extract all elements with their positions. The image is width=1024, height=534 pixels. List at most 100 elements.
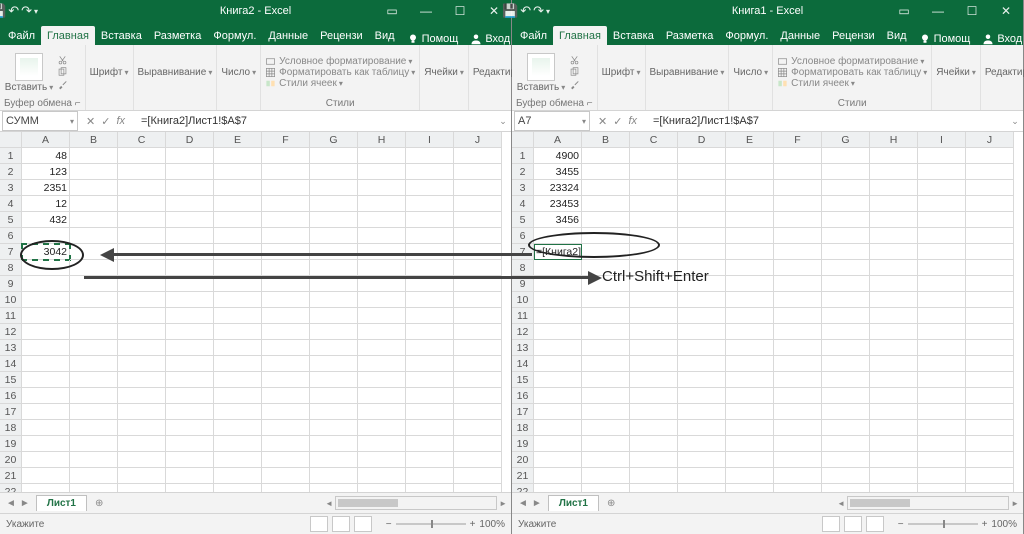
- cell-A11[interactable]: [22, 308, 70, 324]
- row-header-6[interactable]: 6: [512, 228, 534, 244]
- cell-E22[interactable]: [214, 484, 262, 492]
- cell-C14[interactable]: [118, 356, 166, 372]
- col-header-G[interactable]: G: [822, 132, 870, 148]
- row-header-15[interactable]: 15: [0, 372, 22, 388]
- cell-G1[interactable]: [822, 148, 870, 164]
- cell-B7[interactable]: [582, 244, 630, 260]
- cell-D17[interactable]: [166, 404, 214, 420]
- cell-G18[interactable]: [822, 420, 870, 436]
- row-header-7[interactable]: 7: [512, 244, 534, 260]
- cell-B16[interactable]: [70, 388, 118, 404]
- cell-C3[interactable]: [630, 180, 678, 196]
- cell-B19[interactable]: [70, 436, 118, 452]
- cell-C11[interactable]: [630, 308, 678, 324]
- col-header-E[interactable]: E: [726, 132, 774, 148]
- cell-C1[interactable]: [630, 148, 678, 164]
- cell-H17[interactable]: [358, 404, 406, 420]
- cell-A2[interactable]: 123: [22, 164, 70, 180]
- cell-F6[interactable]: [774, 228, 822, 244]
- cell-G20[interactable]: [822, 452, 870, 468]
- cell-F18[interactable]: [262, 420, 310, 436]
- ribbon-tab-7[interactable]: Вид: [881, 26, 913, 45]
- sheet-tab[interactable]: Лист1: [36, 495, 87, 511]
- cell-H18[interactable]: [870, 420, 918, 436]
- cell-G21[interactable]: [310, 468, 358, 484]
- cell-E18[interactable]: [214, 420, 262, 436]
- row-header-20[interactable]: 20: [512, 452, 534, 468]
- zoom-level[interactable]: 100%: [479, 519, 505, 530]
- cell-G16[interactable]: [822, 388, 870, 404]
- cell-J8[interactable]: [454, 260, 502, 276]
- cell-D20[interactable]: [166, 452, 214, 468]
- cell-D22[interactable]: [678, 484, 726, 492]
- cell-G6[interactable]: [822, 228, 870, 244]
- cell-F6[interactable]: [262, 228, 310, 244]
- cell-B6[interactable]: [70, 228, 118, 244]
- cell-F19[interactable]: [262, 436, 310, 452]
- cell-C13[interactable]: [118, 340, 166, 356]
- col-header-J[interactable]: J: [454, 132, 502, 148]
- cell-H19[interactable]: [870, 436, 918, 452]
- cell-F2[interactable]: [774, 164, 822, 180]
- cell-A6[interactable]: [534, 228, 582, 244]
- cell-B5[interactable]: [70, 212, 118, 228]
- cell-E15[interactable]: [726, 372, 774, 388]
- col-header-C[interactable]: C: [630, 132, 678, 148]
- cell-G3[interactable]: [310, 180, 358, 196]
- col-header-D[interactable]: D: [678, 132, 726, 148]
- cell-H5[interactable]: [870, 212, 918, 228]
- row-header-21[interactable]: 21: [512, 468, 534, 484]
- cell-B10[interactable]: [582, 292, 630, 308]
- cell-F13[interactable]: [262, 340, 310, 356]
- cell-D17[interactable]: [678, 404, 726, 420]
- cell-G3[interactable]: [822, 180, 870, 196]
- sign-in[interactable]: Вход: [976, 33, 1024, 45]
- row-header-17[interactable]: 17: [512, 404, 534, 420]
- cell-F1[interactable]: [262, 148, 310, 164]
- cell-F11[interactable]: [262, 308, 310, 324]
- ribbon-tab-2[interactable]: Вставка: [95, 26, 148, 45]
- row-header-19[interactable]: 19: [0, 436, 22, 452]
- cell-A20[interactable]: [22, 452, 70, 468]
- cell-I20[interactable]: [918, 452, 966, 468]
- cell-I8[interactable]: [406, 260, 454, 276]
- cell-A16[interactable]: [22, 388, 70, 404]
- cell-J21[interactable]: [966, 468, 1014, 484]
- cell-A14[interactable]: [22, 356, 70, 372]
- cell-C17[interactable]: [118, 404, 166, 420]
- cell-A18[interactable]: [534, 420, 582, 436]
- cell-I3[interactable]: [918, 180, 966, 196]
- cell-H22[interactable]: [358, 484, 406, 492]
- cell-I17[interactable]: [406, 404, 454, 420]
- cell-A4[interactable]: 12: [22, 196, 70, 212]
- cell-B16[interactable]: [582, 388, 630, 404]
- cell-D3[interactable]: [678, 180, 726, 196]
- cell-A1[interactable]: 4900: [534, 148, 582, 164]
- cell-I5[interactable]: [406, 212, 454, 228]
- cell-B12[interactable]: [70, 324, 118, 340]
- cell-G4[interactable]: [310, 196, 358, 212]
- row-header-3[interactable]: 3: [0, 180, 22, 196]
- ribbon-tab-3[interactable]: Разметка: [148, 26, 208, 45]
- col-header-B[interactable]: B: [70, 132, 118, 148]
- cell-B13[interactable]: [582, 340, 630, 356]
- expand-formula-bar-icon[interactable]: ⌄: [1007, 116, 1023, 127]
- cell-A19[interactable]: [534, 436, 582, 452]
- row-header-12[interactable]: 12: [0, 324, 22, 340]
- maximize-icon[interactable]: ☐: [443, 0, 477, 22]
- cell-J16[interactable]: [966, 388, 1014, 404]
- cell-G5[interactable]: [310, 212, 358, 228]
- cell-D4[interactable]: [678, 196, 726, 212]
- cell-J10[interactable]: [454, 292, 502, 308]
- cell-B11[interactable]: [70, 308, 118, 324]
- cell-D14[interactable]: [678, 356, 726, 372]
- cell-F1[interactable]: [774, 148, 822, 164]
- cell-A13[interactable]: [534, 340, 582, 356]
- row-header-18[interactable]: 18: [0, 420, 22, 436]
- cell-D1[interactable]: [678, 148, 726, 164]
- row-header-5[interactable]: 5: [512, 212, 534, 228]
- cell-C19[interactable]: [630, 436, 678, 452]
- col-header-H[interactable]: H: [358, 132, 406, 148]
- cell-G11[interactable]: [822, 308, 870, 324]
- cell-G7[interactable]: [310, 244, 358, 260]
